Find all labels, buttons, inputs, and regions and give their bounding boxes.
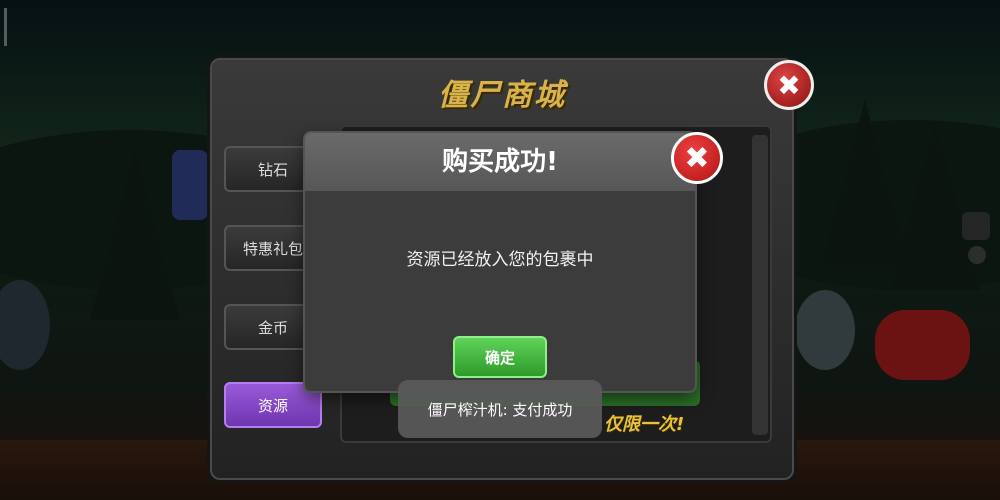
dialog-message: 资源已经放入您的包裹中	[406, 250, 594, 270]
promo-label: 仅限一次!	[604, 414, 685, 435]
close-icon: ✖	[777, 68, 801, 102]
scrollbar[interactable]	[752, 135, 768, 435]
purchase-success-dialog: 购买成功! 资源已经放入您的包裹中 确定	[305, 133, 695, 391]
dialog-close-button[interactable]: ✖	[671, 132, 723, 184]
dialog-title: 购买成功!	[442, 147, 558, 177]
close-icon: ✖	[684, 140, 710, 176]
toast-notification: 僵尸榨汁机: 支付成功	[398, 380, 602, 438]
shop-close-button[interactable]: ✖	[764, 60, 814, 110]
confirm-button[interactable]: 确定	[453, 336, 547, 378]
shop-title: 僵尸商城	[438, 78, 566, 113]
